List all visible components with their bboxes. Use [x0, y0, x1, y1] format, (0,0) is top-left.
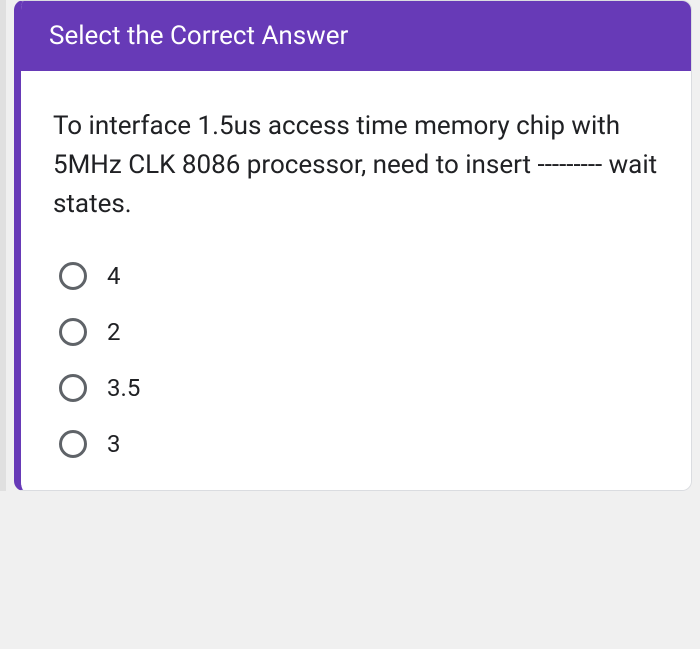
- radio-icon: [59, 430, 87, 458]
- radio-icon: [59, 318, 87, 346]
- option-label: 4: [107, 262, 121, 290]
- option-label: 3.5: [107, 374, 140, 402]
- option-1[interactable]: 2: [59, 318, 659, 346]
- question-card: Select the Correct Answer To interface 1…: [14, 0, 692, 491]
- radio-icon: [59, 262, 87, 290]
- option-label: 2: [107, 318, 121, 346]
- question-text: To interface 1.5us access time memory ch…: [53, 107, 659, 224]
- radio-icon: [59, 374, 87, 402]
- option-label: 3: [107, 430, 121, 458]
- options-group: 4 2 3.5 3: [53, 262, 659, 458]
- option-0[interactable]: 4: [59, 262, 659, 290]
- option-2[interactable]: 3.5: [59, 374, 659, 402]
- option-3[interactable]: 3: [59, 430, 659, 458]
- card-body: To interface 1.5us access time memory ch…: [21, 71, 691, 490]
- header-title: Select the Correct Answer: [49, 21, 348, 51]
- card-header: Select the Correct Answer: [21, 1, 691, 71]
